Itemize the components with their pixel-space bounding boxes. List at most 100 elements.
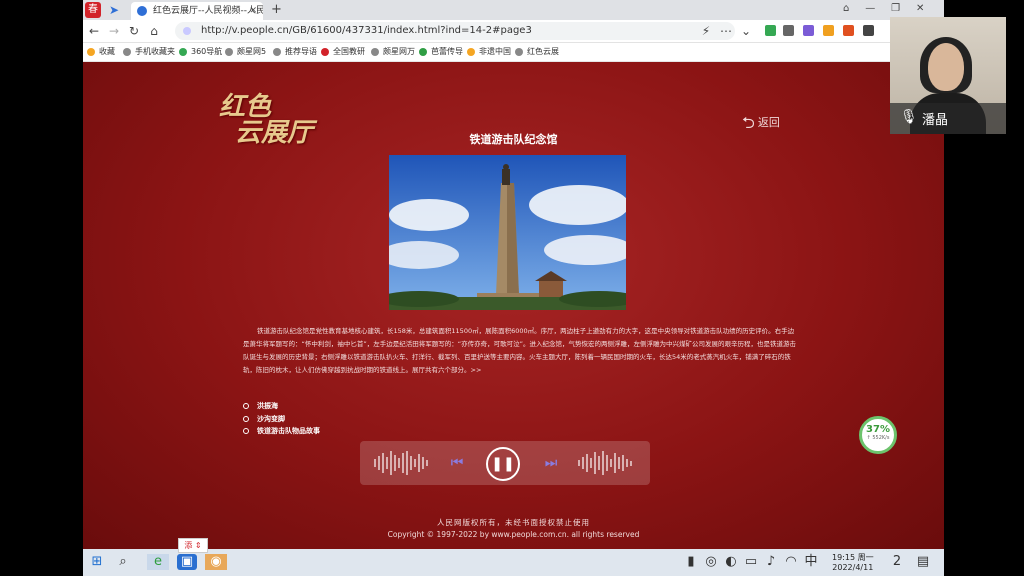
back-label: 返回 [757,116,780,129]
browser-logo-icon[interactable]: 春 [85,2,101,18]
globe-icon [515,48,523,56]
bookmark-label: 收藏 [99,47,115,56]
bookmark-item[interactable]: 颇星网5 [225,46,266,58]
audio-player: ⏮ ❚❚ ⏭ [360,441,650,485]
extension-icon[interactable] [803,25,814,36]
home-icon[interactable]: ⌂ [147,24,161,38]
back-button[interactable]: ⮌ 返回 [742,115,780,131]
action-center-icon[interactable]: ▤ [915,554,931,570]
wechat-tray-icon[interactable]: ◐ [723,554,739,570]
list-item[interactable]: 沙沟变脚 [243,414,285,424]
bookmark-label: 全国教研 [333,47,365,56]
url-text: http://v.people.cn/GB/61600/437331/index… [201,25,532,36]
search-icon[interactable]: ⌕ [115,554,131,570]
list-item-label: 铁道游击队物品故事 [257,427,320,435]
tab-nav-icon[interactable]: ➤ [107,3,121,17]
list-item[interactable]: 铁道游击队物品故事 [243,426,320,436]
forward-icon[interactable]: → [107,24,121,38]
browser-taskbar-icon[interactable]: e [147,554,169,570]
play-icon [419,48,427,56]
input-method-icon[interactable]: 中 [803,554,819,570]
volume-icon[interactable]: ♪ [763,554,779,570]
network-speed-widget[interactable]: 37% ↑ 552K/s [859,416,897,454]
bullet-icon [243,428,249,434]
pin-icon[interactable]: ⌂ [843,3,849,14]
browser-window: 春 ➤ 红色云展厅--人民视频--人民 ✕ + ⌂ — ❐ ✕ ← → ↻ ⌂ … [83,0,944,549]
list-item-label: 沙沟变脚 [257,415,285,423]
game-icon[interactable] [843,25,854,36]
bullet-icon [243,403,249,409]
microphone-icon[interactable]: 🎙 [900,109,918,125]
next-track-icon[interactable]: ⏭ [544,456,558,470]
address-bar[interactable]: http://v.people.cn/GB/61600/437331/index… [175,22,735,40]
exhibit-page: 红色 云展厅 ⮌ 返回 铁道游击队纪念馆 铁道游击队纪念馆是党性教育基地核心建筑… [83,62,944,549]
bookmark-item[interactable]: 全国教研 [321,46,365,58]
start-icon[interactable]: ⊞ [89,554,105,570]
bookmark-item[interactable]: 红色云展 [515,46,559,58]
notification-badge[interactable]: 2 [889,554,905,570]
mic-tray-icon[interactable]: ▮ [683,554,699,570]
copyright-notice: 人民网版权所有，未经书面授权禁止使用 [437,518,590,527]
globe-icon [321,48,329,56]
more-icon[interactable]: ⋯ [719,24,733,38]
new-tab-button[interactable]: + [271,2,282,18]
globe-icon [467,48,475,56]
bookmark-label: 颇星网5 [237,47,267,56]
close-tab-icon[interactable]: ✕ [249,2,257,20]
chat-app-icon[interactable]: ◉ [205,554,227,570]
window-controls[interactable]: ⌂ — ❐ ✕ [843,3,924,14]
exhibit-description: 铁道游击队纪念馆是党性教育基地核心建筑，长158米，总建筑面积11500㎡，展陈… [243,327,796,374]
scissors-icon[interactable] [783,25,794,36]
battery-icon[interactable]: ▭ [743,554,759,570]
lightning-icon[interactable]: ⚡ [699,24,713,38]
globe-icon [179,48,187,56]
speed-rate: ↑ 552K/s [866,435,890,441]
wifi-icon[interactable]: ◠ [783,554,799,570]
clock[interactable]: 19:15 周一 2022/4/11 [832,553,874,573]
bookmark-item[interactable]: 颇星网万 [371,46,415,58]
list-item[interactable]: 洪振海 [243,401,278,411]
participant-face [928,43,964,91]
globe-icon [137,6,147,16]
popup-label: 添 [184,541,193,550]
tab-active[interactable]: 红色云展厅--人民视频--人民 ✕ [131,2,263,20]
bookmark-item[interactable]: 360导航 [179,46,222,58]
camera-tray-icon[interactable]: ◎ [703,554,719,570]
apps-icon[interactable] [863,25,874,36]
bookmark-label: 芭蕾传导 [431,47,463,56]
waveform-right [578,451,634,475]
bookmark-item[interactable]: 手机收藏夹 [123,46,175,58]
bookmark-item[interactable]: 芭蕾传导 [419,46,463,58]
waveform-left [374,451,430,475]
restore-icon[interactable]: ❐ [891,3,900,14]
bookmark-label: 手机收藏夹 [135,47,175,56]
bookmark-label: 推荐导语 [285,47,317,56]
bookmark-item[interactable]: 收藏 [87,46,115,58]
bullet-icon [243,416,249,422]
bookmark-item[interactable]: 非遗中国 [467,46,511,58]
bookmark-item[interactable]: 推荐导语 [273,46,317,58]
speed-percent: 37% [866,424,890,435]
list-item-label: 洪振海 [257,402,278,410]
phone-icon [123,48,131,56]
globe-icon [273,48,281,56]
bookmarks-bar: 收藏 手机收藏夹 360导航 颇星网5 推荐导语 全国教研 颇星网万 芭蕾传导 … [83,43,944,62]
extension-icon[interactable] [765,25,776,36]
shield-icon[interactable] [823,25,834,36]
pause-button[interactable]: ❚❚ [486,447,520,481]
globe-icon [225,48,233,56]
minimize-icon[interactable]: — [865,3,875,14]
dropdown-icon[interactable]: ⌄ [739,24,753,38]
bookmark-label: 360导航 [191,47,223,56]
tab-bar: 春 ➤ 红色云展厅--人民视频--人民 ✕ + ⌂ — ❐ ✕ [83,0,944,20]
tab-label: 红色云展厅--人民视频--人民 [153,6,263,16]
close-window-icon[interactable]: ✕ [916,3,924,14]
bookmark-label: 红色云展 [527,47,559,56]
previous-track-icon[interactable]: ⏮ [450,456,464,470]
navigation-bar: ← → ↻ ⌂ http://v.people.cn/GB/61600/4373… [83,20,944,43]
reload-icon[interactable]: ↻ [127,24,141,38]
meeting-app-icon[interactable]: ▣ [177,554,197,570]
tray-popup[interactable]: 添 ⇕ [178,538,208,553]
clock-date: 2022/4/11 [832,563,874,572]
back-icon[interactable]: ← [87,24,101,38]
